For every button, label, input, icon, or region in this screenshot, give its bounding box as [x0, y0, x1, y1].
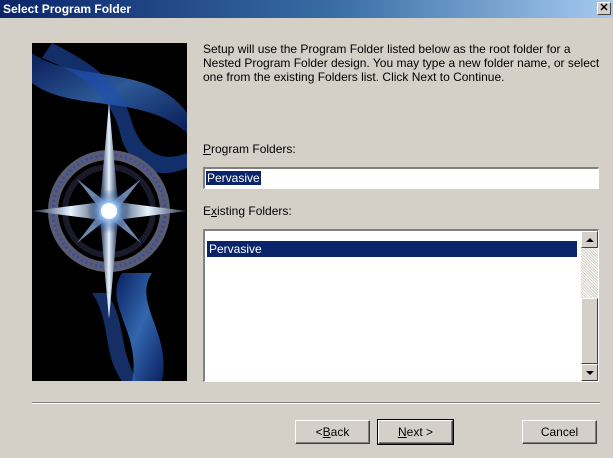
close-icon: ✕ [599, 2, 609, 14]
existing-folders-label: Existing Folders: [203, 204, 292, 218]
list-item[interactable]: Pervasive [207, 241, 577, 257]
button-separator [32, 402, 600, 404]
program-folder-input[interactable]: Pervasive [203, 167, 599, 189]
scroll-thumb[interactable] [581, 298, 598, 364]
instructions-text: Setup will use the Program Folder listed… [203, 42, 600, 84]
title-bar[interactable]: Select Program Folder ✕ [0, 0, 613, 18]
close-button[interactable]: ✕ [597, 2, 611, 15]
scroll-down-button[interactable] [581, 364, 598, 381]
scroll-down-arrow-icon [585, 370, 594, 375]
scroll-up-button[interactable] [581, 231, 598, 248]
setup-dialog: Select Program Folder ✕ Setup will use t… [0, 0, 613, 458]
window-title: Select Program Folder [3, 2, 132, 16]
back-button[interactable]: < Back [295, 420, 370, 444]
scroll-up-arrow-icon [585, 237, 594, 242]
existing-folders-list[interactable]: Pervasive [203, 229, 599, 382]
cancel-button[interactable]: Cancel [522, 420, 597, 444]
compass-star-image [32, 43, 187, 381]
list-scrollbar[interactable] [581, 231, 598, 381]
setup-artwork [32, 43, 187, 381]
program-folders-label: Program Folders: [203, 142, 296, 156]
next-button[interactable]: Next > [377, 419, 454, 445]
program-folder-value[interactable]: Pervasive [206, 171, 261, 185]
